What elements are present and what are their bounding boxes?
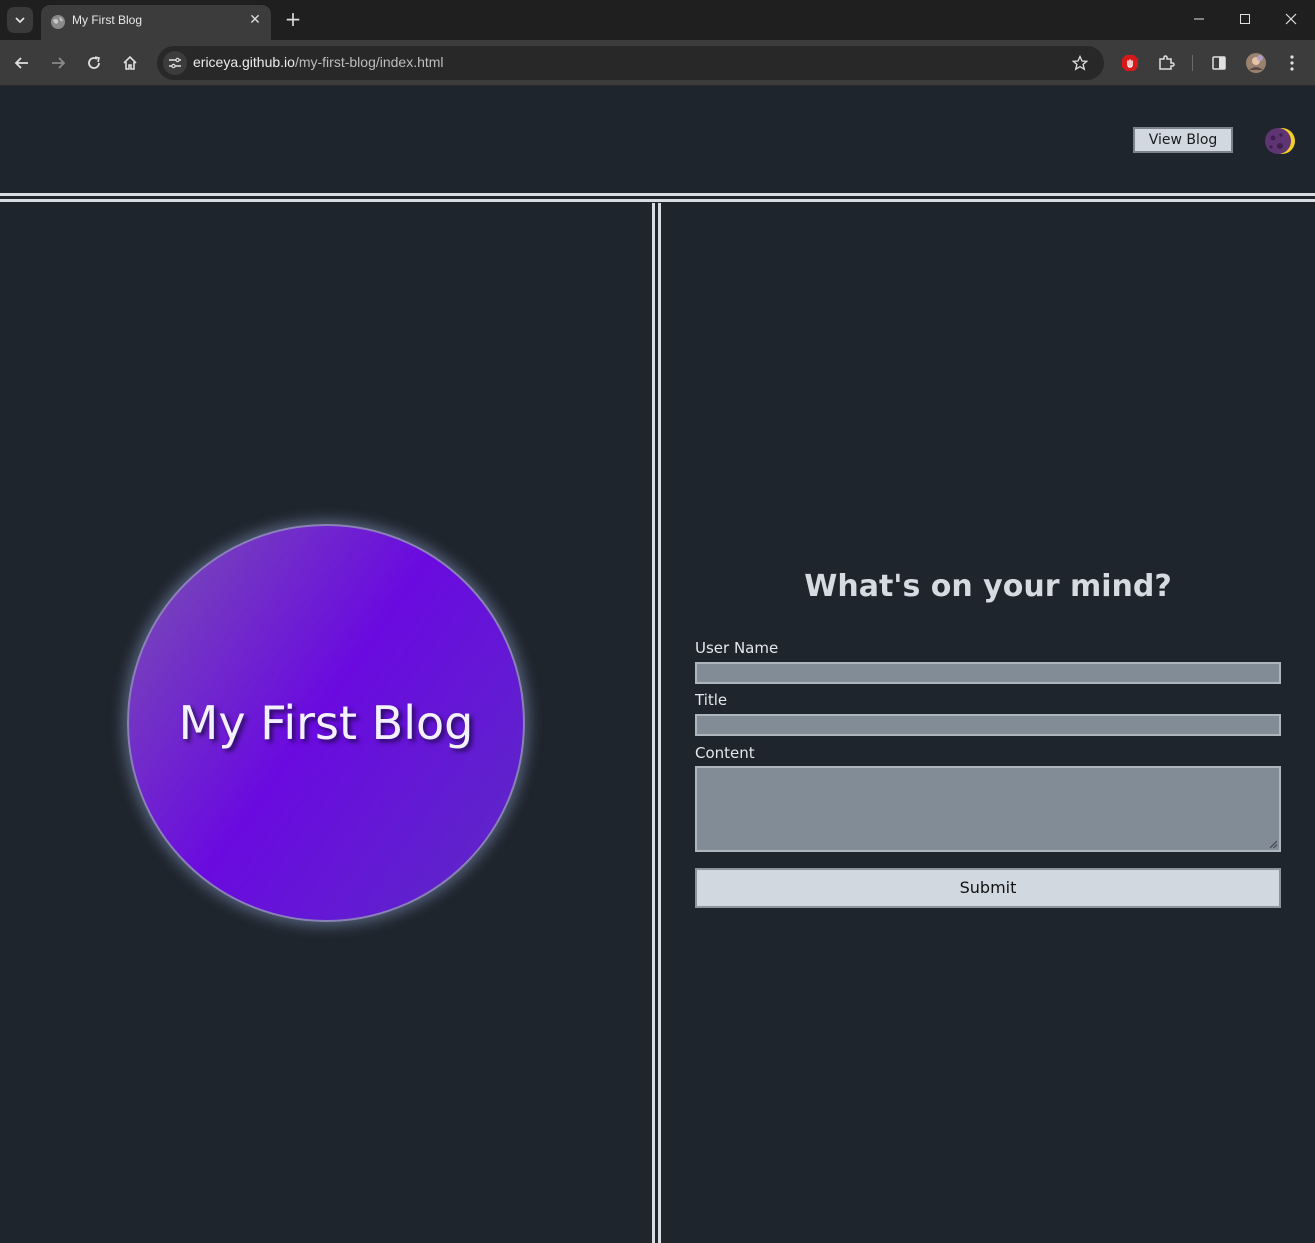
close-tab-icon[interactable]: ✕ (247, 12, 263, 28)
back-icon[interactable] (9, 50, 35, 76)
maximize-icon[interactable] (1230, 6, 1260, 32)
form-heading: What's on your mind? (804, 569, 1172, 604)
minimize-icon[interactable] (1184, 6, 1214, 32)
blog-title: My First Blog (178, 696, 474, 750)
site-settings-icon[interactable] (163, 51, 187, 75)
column-divider-left (652, 203, 655, 1243)
browser-toolbar: ericeya.github.io/my-first-blog/index.ht… (0, 40, 1315, 86)
new-tab-icon[interactable]: + (282, 8, 304, 30)
profile-avatar[interactable] (1243, 50, 1269, 76)
blog-title-circle: My First Blog (127, 524, 525, 922)
close-window-icon[interactable] (1276, 6, 1306, 32)
resize-grip-icon[interactable] (1270, 841, 1277, 848)
column-divider-right (658, 203, 661, 1243)
side-panel-icon[interactable] (1206, 50, 1232, 76)
bookmark-star-icon[interactable] (1070, 53, 1090, 73)
page: View Blog My First Blog What's on your m… (0, 87, 1315, 1243)
reload-icon[interactable] (81, 50, 107, 76)
content-label: Content (695, 744, 755, 762)
toolbar-separator (1192, 55, 1193, 71)
forward-icon[interactable] (45, 50, 71, 76)
view-blog-button[interactable]: View Blog (1133, 127, 1233, 153)
globe-icon (51, 15, 65, 29)
address-bar[interactable]: ericeya.github.io/my-first-blog/index.ht… (157, 46, 1104, 80)
title-label: Title (695, 691, 728, 709)
username-label: User Name (695, 639, 779, 657)
adblock-extension-icon[interactable] (1117, 50, 1143, 76)
username-input[interactable] (695, 662, 1281, 684)
chevron-down-icon (15, 17, 25, 24)
extensions-puzzle-icon[interactable] (1153, 50, 1179, 76)
url-host: ericeya.github.io (193, 54, 295, 70)
tab-search-button[interactable] (7, 7, 33, 33)
header-divider-bottom (0, 199, 1315, 202)
tab-title: My First Blog (72, 13, 143, 27)
url-text: ericeya.github.io/my-first-blog/index.ht… (193, 54, 444, 70)
title-input[interactable] (695, 714, 1281, 736)
kebab-menu-icon[interactable] (1279, 50, 1305, 76)
submit-button[interactable]: Submit (695, 868, 1281, 908)
header-divider-top (0, 193, 1315, 196)
theme-toggle-button[interactable] (1263, 125, 1297, 157)
url-path: /my-first-blog/index.html (294, 54, 444, 70)
browser-tab[interactable]: My First Blog ✕ (41, 5, 271, 40)
content-textarea[interactable] (695, 766, 1281, 852)
site-header: View Blog (0, 87, 1315, 193)
browser-tabbar: My First Blog ✕ + (0, 0, 1315, 40)
moon-icon (1265, 128, 1295, 154)
home-icon[interactable] (117, 50, 143, 76)
